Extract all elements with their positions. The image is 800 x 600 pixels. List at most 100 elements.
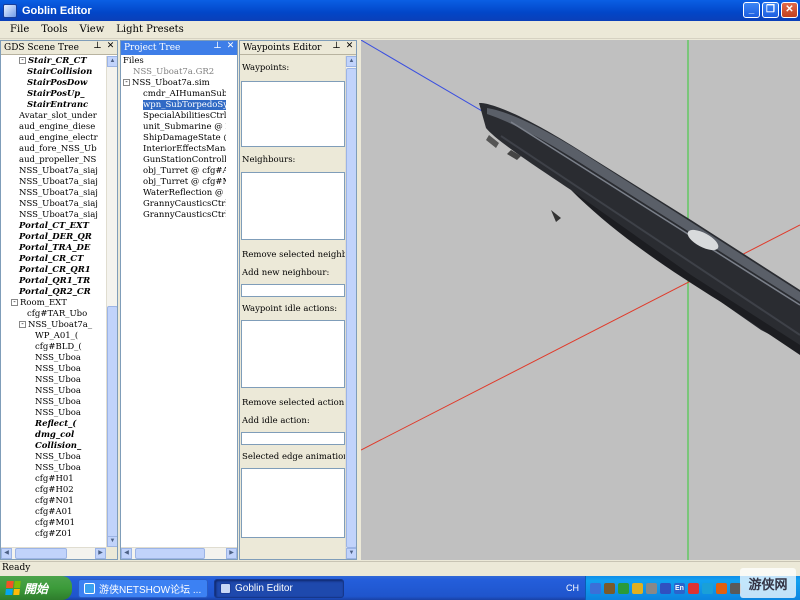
language-indicator[interactable]: CH (566, 583, 579, 593)
tree-item[interactable]: cfg#N01 (1, 496, 106, 507)
tree-item[interactable]: cfg#H02 (1, 485, 106, 496)
tree-item[interactable]: NSS_Uboat7a_siaj (1, 199, 106, 210)
scroll-thumb[interactable] (15, 548, 67, 559)
scroll-down-icon[interactable]: ▼ (107, 536, 117, 547)
tree-item[interactable]: - NSS_Uboat7a_ (1, 320, 106, 331)
tree-item[interactable]: Portal_CR_QR1 (1, 265, 106, 276)
scroll-left-icon[interactable]: ◀ (121, 548, 132, 559)
tray-icon[interactable] (702, 582, 713, 594)
close-button[interactable]: ✕ (781, 2, 798, 18)
tray-en-icon[interactable]: En (674, 582, 685, 594)
collapse-toggle-icon[interactable]: - (123, 79, 130, 86)
neighbours-list[interactable] (241, 172, 345, 240)
tree-item[interactable]: NSS_Uboa (1, 397, 106, 408)
tree-item[interactable]: aud_engine_diese (1, 122, 106, 133)
tree-item[interactable]: NSS_Uboat7a_siaj (1, 166, 106, 177)
tray-icon[interactable] (716, 582, 727, 594)
tree-item[interactable]: cfg#M01 (1, 518, 106, 529)
tray-icon[interactable] (590, 582, 601, 594)
tree-item[interactable]: cfg#H01 (1, 474, 106, 485)
tree-item[interactable]: NSS_Uboa (1, 408, 106, 419)
tree-item[interactable]: cfg#BLD_( (1, 342, 106, 353)
tray-icon[interactable] (688, 582, 699, 594)
tree-item[interactable]: NSS_Uboa (1, 463, 106, 474)
menu-file[interactable]: File (4, 24, 35, 35)
idle-actions-list[interactable] (241, 320, 345, 388)
menu-view[interactable]: View (74, 24, 111, 35)
tree-item[interactable]: cfg#Z01 (1, 529, 106, 540)
minimize-button[interactable]: _ (743, 2, 760, 18)
tree-item[interactable]: NSS_Uboa (1, 386, 106, 397)
tree-item[interactable]: GrannyCausticsCtrl @ (121, 199, 226, 210)
taskbar-item-goblin-editor[interactable]: Goblin Editor (214, 578, 344, 598)
tray-icon[interactable] (632, 582, 643, 594)
tree-item[interactable]: Avatar_slot_under (1, 111, 106, 122)
tree-item[interactable]: ShipDamageState @ N (121, 133, 226, 144)
tree-item[interactable]: unit_Submarine @ NS (121, 122, 226, 133)
tree-item[interactable]: - NSS_Uboat7a.sim (121, 78, 226, 89)
tray-icon[interactable] (660, 582, 671, 594)
pin-icon[interactable]: ⊥ (332, 41, 341, 51)
tree-item[interactable]: Portal_CT_EXT (1, 221, 106, 232)
tree-item[interactable]: GrannyCausticsCtrl @ (121, 210, 226, 221)
tree-item[interactable]: aud_propeller_NS (1, 155, 106, 166)
tree-item[interactable]: NSS_Uboa (1, 364, 106, 375)
close-icon[interactable]: ✕ (106, 41, 115, 51)
scroll-down-icon[interactable]: ▼ (346, 548, 356, 559)
scene-tree-hscroll[interactable]: ◀ ▶ (1, 547, 106, 559)
close-icon[interactable]: ✕ (226, 41, 235, 51)
tree-item[interactable]: obj_Turret @ cfg#M0 (121, 177, 226, 188)
tree-item[interactable]: NSS_Uboa (1, 353, 106, 364)
tree-item[interactable]: NSS_Uboat7a.GR2 (121, 67, 226, 78)
tree-item[interactable]: Reflect_( (1, 419, 106, 430)
tree-item[interactable]: Portal_CR_CT (1, 254, 106, 265)
scroll-right-icon[interactable]: ▶ (226, 548, 237, 559)
tree-item[interactable]: cfg#TAR_Ubo (1, 309, 106, 320)
tree-item[interactable]: aud_engine_electr (1, 133, 106, 144)
tray-icon[interactable] (646, 582, 657, 594)
menu-light-presets[interactable]: Light Presets (110, 24, 190, 35)
add-neighbour-input[interactable] (241, 284, 345, 297)
remove-neighbour-button[interactable]: Remove selected neighbour (242, 250, 356, 260)
tree-item[interactable]: cfg#A01 (1, 507, 106, 518)
tree-item[interactable]: Portal_QR2_CR (1, 287, 106, 298)
tree-item[interactable]: NSS_Uboat7a_siaj (1, 188, 106, 199)
restore-button[interactable]: ❐ (762, 2, 779, 18)
tray-icon[interactable] (618, 582, 629, 594)
collapse-toggle-icon[interactable]: - (19, 57, 26, 64)
scroll-up-icon[interactable]: ▲ (346, 56, 356, 67)
tree-item[interactable]: StairEntranc (1, 100, 106, 111)
edge-animations-list[interactable] (241, 468, 345, 538)
tree-item[interactable]: Files (121, 56, 226, 67)
project-tree-vscroll[interactable] (226, 56, 237, 547)
tree-item[interactable]: Collision_ (1, 441, 106, 452)
tree-item[interactable]: - Room_EXT (1, 298, 106, 309)
scroll-up-icon[interactable]: ▲ (107, 56, 117, 67)
tree-item[interactable]: GunStationControllerI (121, 155, 226, 166)
tree-item[interactable]: cmdr_AIHumanSub @ (121, 89, 226, 100)
scroll-thumb[interactable] (346, 68, 356, 548)
scroll-thumb[interactable] (107, 306, 117, 546)
close-icon[interactable]: ✕ (345, 41, 354, 51)
tree-item[interactable]: aud_fore_NSS_Ub (1, 144, 106, 155)
add-idle-action-input[interactable] (241, 432, 345, 445)
remove-action-button[interactable]: Remove selected action: (242, 398, 347, 408)
tree-item[interactable]: NSS_Uboat7a_siaj (1, 210, 106, 221)
project-tree-hscroll[interactable]: ◀ ▶ (121, 547, 237, 559)
tree-item[interactable]: NSS_Uboa (1, 375, 106, 386)
tree-item[interactable]: StairPosDow (1, 78, 106, 89)
tree-item[interactable]: StairPosUp_ (1, 89, 106, 100)
scroll-right-icon[interactable]: ▶ (95, 548, 106, 559)
tree-item[interactable]: NSS_Uboa (1, 452, 106, 463)
tree-item[interactable]: dmg_col (1, 430, 106, 441)
tree-item[interactable]: wpn_SubTorpedoSys (121, 100, 226, 111)
taskbar-item-browser[interactable]: 游侠NETSHOW论坛 ... (78, 578, 208, 598)
tree-item[interactable]: SpecialAbilitiesCtrl @ (121, 111, 226, 122)
tray-icon[interactable] (604, 582, 615, 594)
tree-item[interactable]: StairCollision (1, 67, 106, 78)
pin-icon[interactable]: ⊥ (93, 41, 102, 51)
3d-viewport[interactable] (361, 40, 800, 560)
scroll-left-icon[interactable]: ◀ (1, 548, 12, 559)
tree-item[interactable]: Portal_DER_QR (1, 232, 106, 243)
tree-item[interactable]: - Stair_CR_CT (1, 56, 106, 67)
